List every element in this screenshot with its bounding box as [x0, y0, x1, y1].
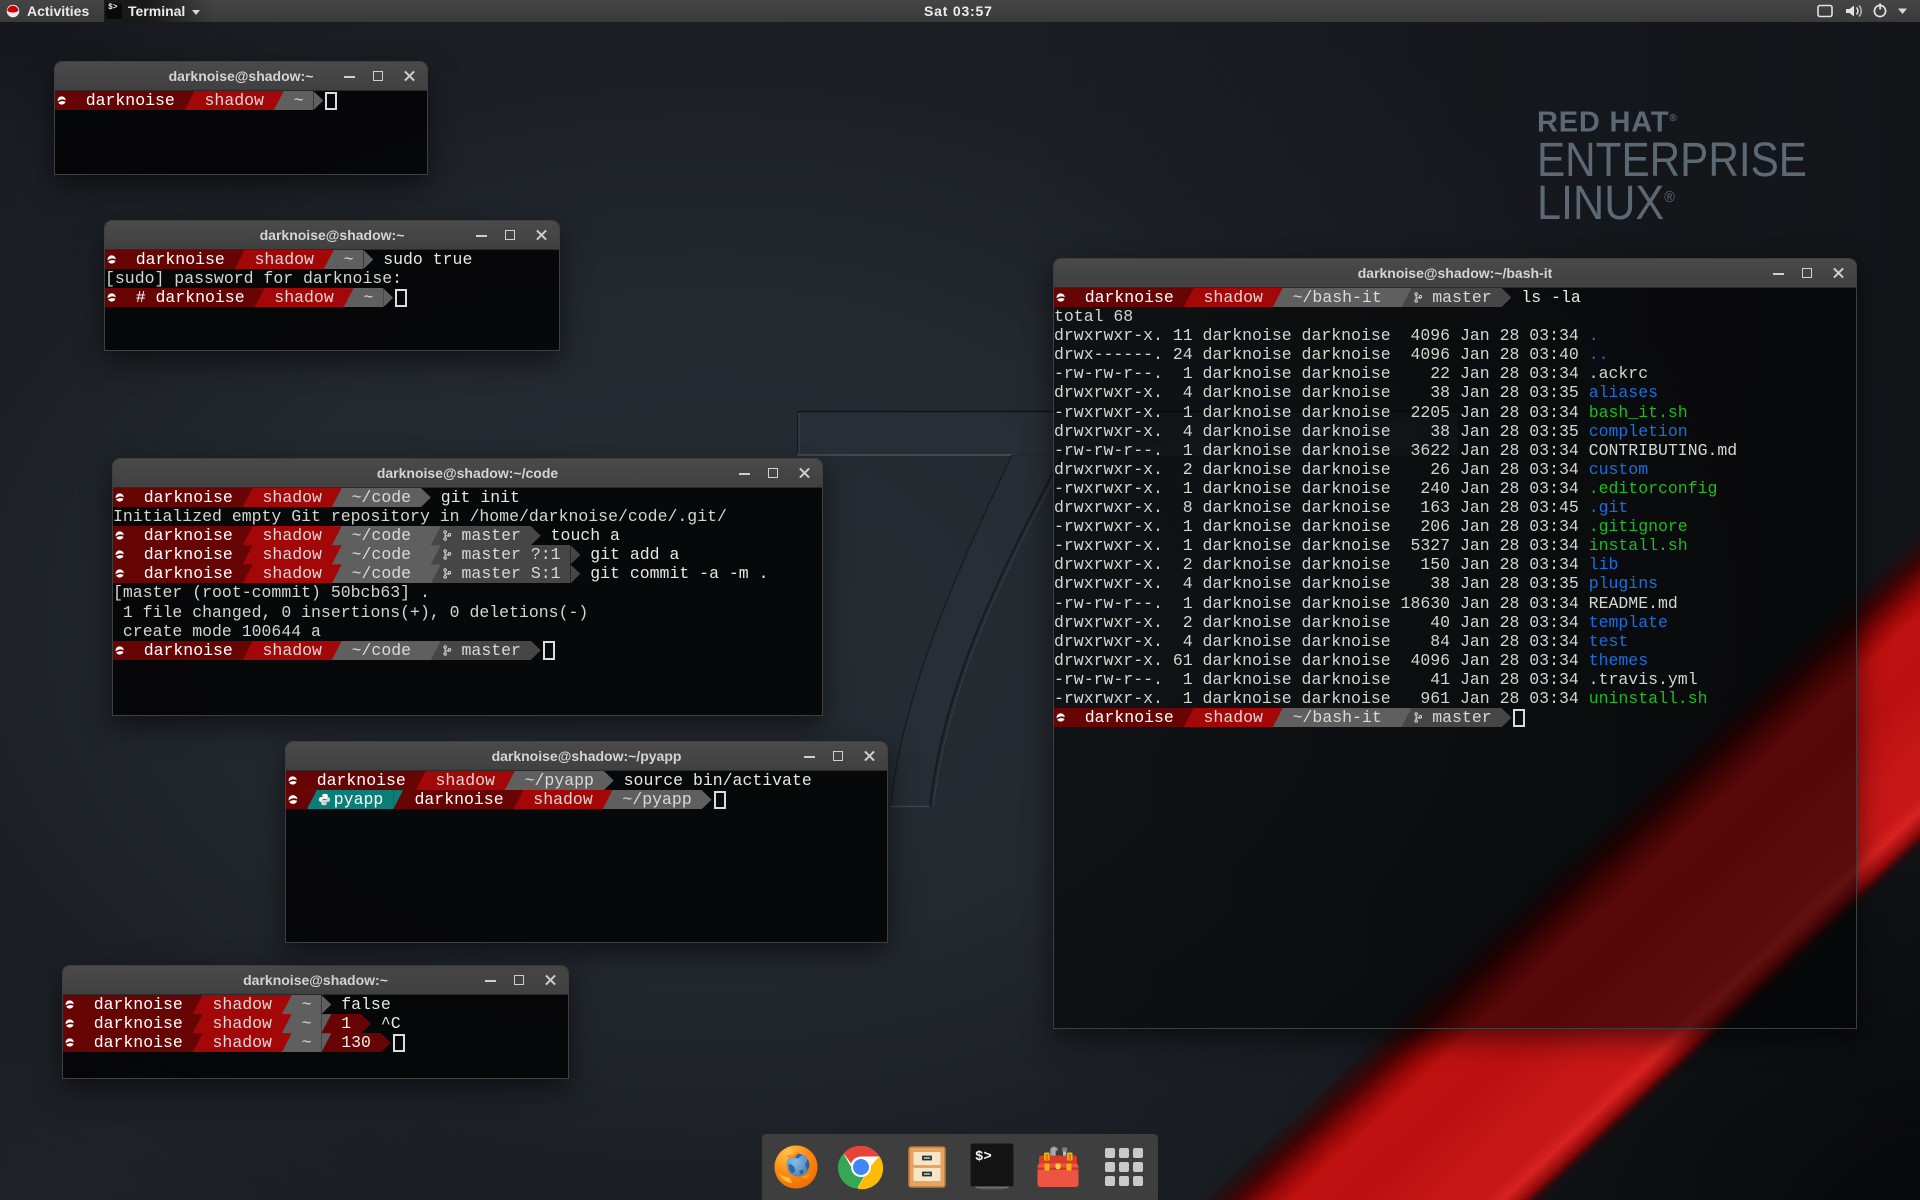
svg-text:$>: $> — [975, 1149, 992, 1165]
